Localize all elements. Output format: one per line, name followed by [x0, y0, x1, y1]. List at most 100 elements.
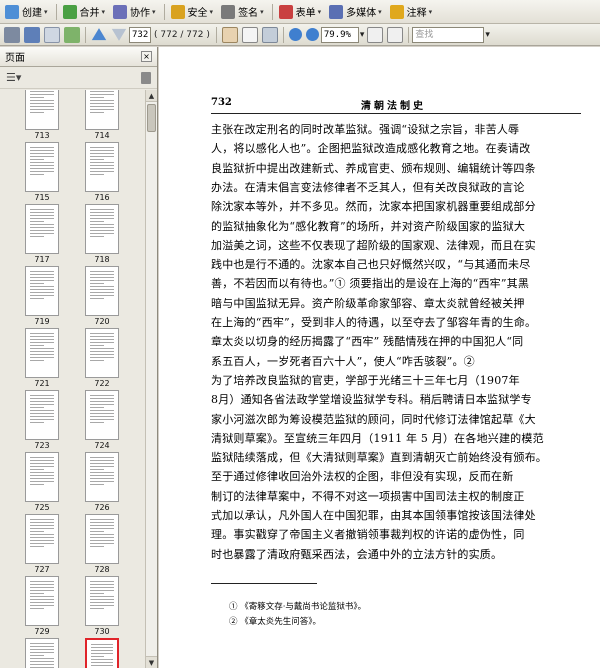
text-line: 8月）通知各省法政学堂增设监狱学专科。稍后聘请日本监狱学专 — [211, 393, 532, 407]
snapshot-tool-icon[interactable] — [261, 26, 278, 43]
zoom-level-input[interactable]: 79.9% — [320, 26, 359, 43]
thumbnail-label: 722 — [94, 379, 110, 388]
organize-icon[interactable] — [64, 26, 80, 43]
page-number-input[interactable]: 732 — [129, 26, 151, 43]
toolbar-button-label: 协作 — [130, 8, 151, 19]
document-view[interactable]: 732 清朝法制史 主张在改定刑名的同时改革监狱。强调“设狱之宗旨，非苦人辱 人，… — [159, 47, 600, 668]
toolbar-button-4[interactable]: 签名 ▾ — [218, 2, 267, 22]
page-thumbnail[interactable]: 716 — [83, 142, 121, 202]
select-tool-icon[interactable] — [241, 26, 258, 43]
page-thumbnail[interactable]: 718 — [83, 204, 121, 264]
thumbnail-image — [25, 638, 59, 668]
toolbar-button-7[interactable]: 注释 ▾ — [387, 2, 436, 22]
page-thumbnail[interactable]: 719 — [23, 266, 61, 326]
zoom-in-icon[interactable] — [305, 28, 319, 41]
chevron-down-icon: ▾ — [428, 7, 433, 16]
thumbnail-label: 730 — [94, 627, 110, 636]
thumbnail-label: 724 — [94, 441, 110, 450]
thumbnail-list[interactable]: 713 714 715 716 717 718 719 720 721 722 723 724 725 7… — [0, 90, 146, 668]
page-thumbnail[interactable]: 724 — [83, 390, 121, 450]
toolbar-button-6[interactable]: 多媒体 ▾ — [326, 2, 385, 22]
close-icon[interactable]: × — [141, 51, 152, 62]
toolbar-button-5[interactable]: 表单 ▾ — [276, 2, 325, 22]
page-thumbnail[interactable]: 727 — [23, 514, 61, 574]
thumbnail-label: 727 — [34, 565, 50, 574]
hand-tool-icon[interactable] — [221, 26, 238, 43]
thumbnail-image — [25, 142, 59, 192]
toolbar-button-2[interactable]: 协作 ▾ — [110, 2, 159, 22]
toolbar-divider — [163, 3, 165, 20]
toolbar-divider — [282, 26, 284, 43]
print-icon[interactable] — [4, 26, 20, 43]
thumbnail-label: 728 — [94, 565, 110, 574]
text-line: 监狱陆续落成，但《大清狱则草案》直到清朝灭亡前始终没有颁布。 — [211, 451, 547, 465]
thumbnail-label: 723 — [34, 441, 50, 450]
page-thumbnail[interactable]: 717 — [23, 204, 61, 264]
toolbar-divider — [55, 3, 57, 20]
toolbar-button-label: 注释 — [406, 8, 427, 19]
thumbnail-image — [85, 266, 119, 316]
text-line: 暗与中国监狱无异。资产阶级革命家邹容、章太炎就曾经被关押 — [211, 296, 525, 310]
comment-icon — [389, 4, 404, 19]
scrollbar-thumb[interactable] — [147, 104, 156, 132]
thumbnail-image — [85, 142, 119, 192]
scroll-up-icon[interactable]: ▲ — [146, 90, 157, 102]
page-thumbnail[interactable]: 729 — [23, 576, 61, 636]
toolbar-button-3[interactable]: 安全 ▾ — [168, 2, 217, 22]
text-line: 时也暴露了清政府甄采西法，会通中外的立法方针的实质。 — [211, 547, 503, 561]
toolbar-button-1[interactable]: 合并 ▾ — [60, 2, 109, 22]
fit-width-icon[interactable] — [387, 26, 404, 43]
main-toolbar: 创建 ▾ 合并 ▾ 协作 ▾ 安全 ▾ 签名 ▾ 表单 ▾ 多媒体 ▾ 注释 ▾ — [0, 0, 600, 24]
page-thumbnail[interactable]: 720 — [83, 266, 121, 326]
create-icon — [5, 4, 19, 19]
header-rule — [211, 113, 581, 114]
text-line: 理。事实戳穿了帝国主义者撤销领事裁判权的许诺的虚伪性，同 — [211, 528, 525, 542]
page-thumbnail[interactable]: 728 — [83, 514, 121, 574]
next-page-icon[interactable] — [111, 28, 127, 41]
toolbar-button-label: 安全 — [187, 8, 208, 19]
page-thumbnail[interactable]: 726 — [83, 452, 121, 512]
thumbnail-image — [25, 266, 59, 316]
thumbnail-image — [85, 576, 119, 626]
pages-panel-title: 页面 — [5, 53, 25, 64]
chevron-down-icon[interactable]: ▾ — [360, 30, 365, 40]
pages-panel-header: 页面 × — [0, 47, 157, 67]
thumbnail-image — [85, 514, 119, 564]
page-thumbnail[interactable]: 715 — [23, 142, 61, 202]
chevron-down-icon[interactable]: ▾ — [485, 30, 490, 40]
page-thumbnail[interactable]: 723 — [23, 390, 61, 450]
page-thumbnail[interactable]: 725 — [23, 452, 61, 512]
thumbnail-label: 720 — [94, 317, 110, 326]
zoom-out-icon[interactable] — [288, 28, 302, 41]
thumbnail-scrollbar[interactable]: ▲ ▼ — [145, 90, 157, 668]
page-count-label: ( 772 / 772 ) — [154, 29, 210, 40]
thumbnail-image — [25, 452, 59, 502]
toolbar-button-label: 合并 — [79, 8, 100, 19]
footnote-rule — [211, 583, 317, 584]
page-thumbnail[interactable]: 730 — [83, 576, 121, 636]
page-thumbnail[interactable]: 731 — [23, 638, 61, 668]
text-line: 家小河滋次郎为筹设模范监狱的顾问，同时代修订法律馆起草《大 — [211, 412, 536, 426]
thumbnail-label: 716 — [94, 193, 110, 202]
page-thumbnail[interactable]: 713 — [23, 90, 61, 140]
scroll-down-icon[interactable]: ▼ — [146, 656, 157, 668]
previous-page-icon[interactable] — [91, 28, 107, 41]
page-thumbnail[interactable]: 722 — [83, 328, 121, 388]
search-input[interactable]: 查找 — [412, 26, 485, 43]
options-menu-icon[interactable]: ☰▾ — [6, 71, 21, 84]
sign-pen-icon — [221, 4, 236, 19]
toolbar-button-0[interactable]: 创建 ▾ — [2, 2, 51, 22]
trash-icon[interactable] — [141, 71, 151, 84]
pages-panel-tools: ☰▾ — [0, 67, 157, 89]
page-thumbnail[interactable]: 714 — [83, 90, 121, 140]
fit-page-icon[interactable] — [367, 26, 384, 43]
page-thumbnail[interactable]: 732 — [83, 638, 121, 668]
text-line: 除沈家本等外，并不多见。然而，沈家本把国家机器重要组成部分 — [211, 200, 536, 214]
save-icon[interactable] — [24, 26, 40, 43]
page-thumbnail[interactable]: 721 — [23, 328, 61, 388]
text-line: 为了培养改良监狱的官吏，学部于光绪三十三年七月（1907年 — [211, 373, 520, 387]
text-line: 章太炎以切身的经历揭露了“西牢” 残酷情残在押的中国犯人“同 — [211, 335, 524, 349]
email-icon[interactable] — [44, 26, 60, 43]
text-line: 办法。在清末倡言变法修律者不乏其人，但有关改良狱政的言论 — [211, 180, 525, 194]
thumbnail-label: 718 — [94, 255, 110, 264]
